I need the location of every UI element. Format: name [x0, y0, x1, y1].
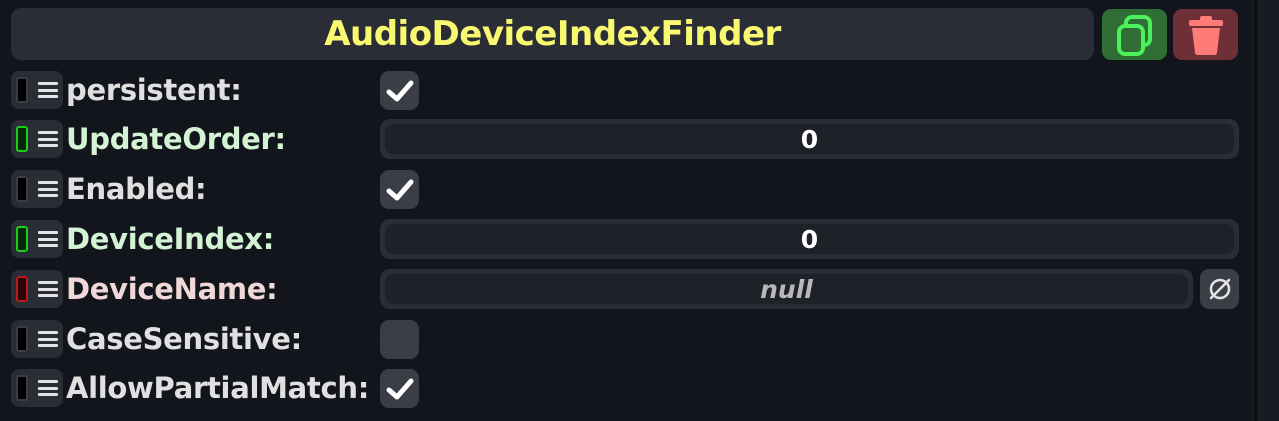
link-indicator [16, 226, 28, 252]
field-drag-handle[interactable] [11, 120, 63, 158]
enabled-checkbox[interactable] [380, 170, 419, 209]
trash-icon [1188, 15, 1223, 55]
field-drag-handle[interactable] [11, 170, 63, 208]
menu-icon [38, 131, 58, 147]
field-label-case-sensitive: CaseSensitive: [66, 322, 302, 356]
field-label-update-order: UpdateOrder: [66, 122, 286, 156]
field-label-allow-partial-match: AllowPartialMatch: [66, 371, 370, 405]
link-indicator [16, 176, 28, 202]
field-label-enabled: Enabled: [66, 172, 207, 206]
menu-icon [38, 281, 58, 297]
field-drag-handle[interactable] [11, 369, 63, 407]
case-sensitive-checkbox[interactable] [380, 320, 419, 359]
inspector-scrollbar-area [1252, 0, 1279, 421]
update-order-value[interactable]: 0 [385, 124, 1234, 154]
duplicate-component-button[interactable] [1102, 9, 1167, 60]
menu-icon [38, 181, 58, 197]
persistent-checkbox[interactable] [380, 71, 419, 110]
field-row-persistent: persistent: [0, 68, 1252, 112]
field-drag-handle[interactable] [11, 320, 63, 358]
component-header[interactable]: AudioDeviceIndexFinder [11, 8, 1094, 60]
checkmark-icon [386, 80, 413, 101]
menu-icon [38, 231, 58, 247]
duplicate-icon [1116, 14, 1152, 56]
menu-icon [38, 82, 58, 98]
null-icon [1209, 278, 1230, 300]
allow-partial-match-checkbox[interactable] [380, 369, 419, 408]
field-row-allow-partial-match: AllowPartialMatch: [0, 366, 1252, 410]
field-row-device-index: DeviceIndex: 0 [0, 217, 1252, 261]
device-index-value[interactable]: 0 [385, 224, 1234, 254]
menu-icon [38, 331, 58, 347]
update-order-field[interactable]: 0 [380, 119, 1239, 159]
link-indicator [16, 375, 28, 401]
checkmark-icon [386, 378, 413, 399]
field-label-device-index: DeviceIndex: [66, 222, 275, 256]
delete-component-button[interactable] [1173, 9, 1238, 60]
link-indicator [16, 77, 28, 103]
set-null-button[interactable] [1200, 269, 1239, 309]
field-row-enabled: Enabled: [0, 167, 1252, 211]
component-title: AudioDeviceIndexFinder [324, 14, 781, 54]
field-row-case-sensitive: CaseSensitive: [0, 317, 1252, 361]
field-drag-handle[interactable] [11, 270, 63, 308]
menu-icon [38, 380, 58, 396]
field-label-device-name: DeviceName: [66, 272, 278, 306]
field-row-device-name: DeviceName: null [0, 267, 1252, 311]
device-name-field[interactable]: null [380, 269, 1193, 309]
link-indicator [16, 326, 28, 352]
field-drag-handle[interactable] [11, 71, 63, 109]
device-index-field[interactable]: 0 [380, 219, 1239, 259]
link-indicator [16, 276, 28, 302]
field-label-persistent: persistent: [66, 73, 242, 107]
link-indicator [16, 126, 28, 152]
device-name-value[interactable]: null [385, 274, 1188, 304]
checkmark-icon [386, 179, 413, 200]
field-row-update-order: UpdateOrder: 0 [0, 117, 1252, 161]
field-drag-handle[interactable] [11, 220, 63, 258]
